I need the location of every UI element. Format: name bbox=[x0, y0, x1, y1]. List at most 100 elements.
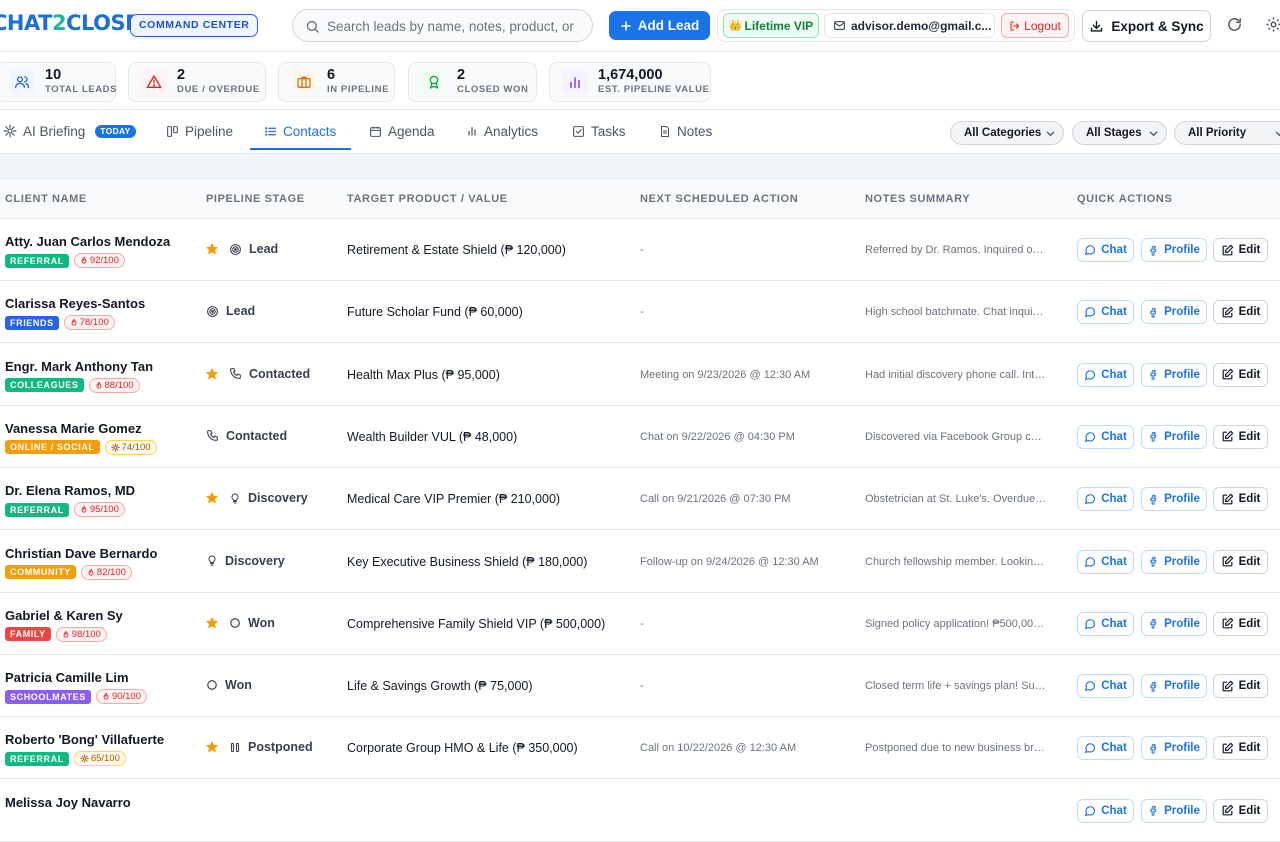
notes-summary: High school batchmate. Chat inquiry... bbox=[865, 306, 1047, 319]
category-badge: FRIENDS bbox=[5, 315, 59, 330]
profile-button[interactable]: Profile bbox=[1141, 300, 1207, 325]
chat-button[interactable]: Chat bbox=[1077, 238, 1134, 262]
app-logo[interactable]: CHAT2CLOSE bbox=[0, 11, 139, 35]
edit-button[interactable]: Edit bbox=[1213, 611, 1268, 636]
logout-button[interactable]: Logout bbox=[1001, 13, 1069, 38]
stage-filter[interactable]: All Stages bbox=[1072, 121, 1167, 145]
profile-button[interactable]: Profile bbox=[1141, 736, 1207, 761]
chat-button[interactable]: Chat bbox=[1077, 798, 1134, 823]
chat-button[interactable]: Chat bbox=[1077, 300, 1134, 325]
export-sync-button[interactable]: Export & Sync bbox=[1082, 10, 1211, 42]
table-row[interactable]: Gabriel & Karen Sy FAMILY 98/100 Won Compreh… bbox=[0, 592, 1280, 655]
checkbox-icon bbox=[572, 125, 585, 138]
table-row[interactable]: Roberto 'Bong' Villafuerte REFERRAL 65/100… bbox=[0, 717, 1280, 780]
edit-icon bbox=[1221, 306, 1234, 319]
edit-button[interactable]: Edit bbox=[1213, 300, 1268, 325]
profile-button[interactable]: Profile bbox=[1141, 798, 1207, 823]
star-icon[interactable] bbox=[205, 616, 219, 630]
section-spacer bbox=[0, 154, 1280, 178]
chat-label: Chat bbox=[1101, 680, 1127, 693]
tab-pipeline[interactable]: Pipeline bbox=[166, 111, 233, 151]
profile-button[interactable]: Profile bbox=[1141, 674, 1207, 699]
search-input[interactable] bbox=[327, 16, 577, 36]
filter-label: All Priority bbox=[1188, 127, 1247, 139]
chat-button[interactable]: Chat bbox=[1077, 362, 1134, 387]
table-row[interactable]: Dr. Elena Ramos, MD REFERRAL 95/100 Discove… bbox=[0, 468, 1280, 531]
logout-icon bbox=[1009, 20, 1021, 32]
chat-label: Chat bbox=[1101, 742, 1127, 755]
profile-button[interactable]: Profile bbox=[1141, 362, 1207, 387]
profile-button[interactable]: Profile bbox=[1141, 611, 1207, 636]
tab-label: Tasks bbox=[591, 123, 626, 139]
stat-closed-won: 2 CLOSED WON bbox=[408, 62, 537, 102]
edit-button[interactable]: Edit bbox=[1213, 736, 1268, 761]
client-name[interactable]: Engr. Mark Anthony Tan bbox=[5, 359, 153, 374]
star-icon[interactable] bbox=[205, 242, 219, 256]
facebook-icon bbox=[1148, 244, 1159, 257]
client-name[interactable]: Vanessa Marie Gomez bbox=[5, 421, 142, 436]
profile-button[interactable]: Profile bbox=[1141, 487, 1207, 512]
target-product: Health Max Plus (₱ 95,000) bbox=[347, 367, 500, 382]
client-name[interactable]: Melissa Joy Navarro bbox=[5, 795, 131, 810]
edit-button[interactable]: Edit bbox=[1213, 238, 1268, 262]
edit-button[interactable]: Edit bbox=[1213, 798, 1268, 823]
tab-notes[interactable]: Notes bbox=[659, 111, 712, 151]
chat-button[interactable]: Chat bbox=[1077, 736, 1134, 761]
table-row[interactable]: Engr. Mark Anthony Tan COLLEAGUES 88/100 Co… bbox=[0, 343, 1280, 406]
stat-label: DUE / OVERDUE bbox=[177, 84, 260, 95]
tab-contacts[interactable]: Contacts bbox=[264, 111, 336, 151]
chat-icon bbox=[1084, 742, 1096, 754]
priority-filter[interactable]: All Priority bbox=[1174, 121, 1280, 145]
edit-button[interactable]: Edit bbox=[1213, 487, 1268, 512]
table-row[interactable]: Clarissa Reyes-Santos FRIENDS 78/100 Lead Fu… bbox=[0, 281, 1280, 344]
tab-tasks[interactable]: Tasks bbox=[572, 111, 626, 151]
profile-button[interactable]: Profile bbox=[1141, 424, 1207, 449]
client-name[interactable]: Atty. Juan Carlos Mendoza bbox=[5, 234, 170, 249]
table-row[interactable]: Patricia Camille Lim SCHOOLMATES 90/100 Won… bbox=[0, 655, 1280, 718]
profile-button[interactable]: Profile bbox=[1141, 238, 1207, 262]
stage-label: Discovery bbox=[225, 553, 285, 568]
category-filter[interactable]: All Categories bbox=[950, 121, 1064, 145]
add-lead-button[interactable]: Add Lead bbox=[609, 11, 710, 40]
table-row[interactable]: Atty. Juan Carlos Mendoza REFERRAL 92/100 L… bbox=[0, 219, 1280, 281]
edit-button[interactable]: Edit bbox=[1213, 362, 1268, 387]
account-email[interactable]: advisor.demo@gmail.c... bbox=[824, 13, 995, 38]
chat-icon bbox=[1084, 369, 1096, 381]
client-name[interactable]: Christian Dave Bernardo bbox=[5, 546, 157, 561]
client-tags: ONLINE / SOCIAL 74/100 bbox=[5, 439, 157, 455]
chat-button[interactable]: Chat bbox=[1077, 549, 1134, 574]
client-name[interactable]: Roberto 'Bong' Villafuerte bbox=[5, 732, 164, 747]
search-bar[interactable] bbox=[292, 9, 593, 42]
chat-button[interactable]: Chat bbox=[1077, 611, 1134, 636]
chat-button[interactable]: Chat bbox=[1077, 674, 1134, 699]
stat-value: 10 bbox=[45, 67, 62, 83]
chat-button[interactable]: Chat bbox=[1077, 424, 1134, 449]
client-name[interactable]: Patricia Camille Lim bbox=[5, 670, 129, 685]
chat-icon bbox=[1084, 680, 1096, 692]
star-icon[interactable] bbox=[205, 740, 219, 754]
pipeline-stage: Won bbox=[206, 678, 252, 692]
edit-button[interactable]: Edit bbox=[1213, 674, 1268, 699]
tab-analytics[interactable]: Analytics bbox=[466, 111, 538, 151]
circle-icon bbox=[206, 679, 218, 691]
profile-button[interactable]: Profile bbox=[1141, 549, 1207, 574]
edit-button[interactable]: Edit bbox=[1213, 424, 1268, 449]
facebook-icon bbox=[1148, 804, 1159, 817]
client-name[interactable]: Dr. Elena Ramos, MD bbox=[5, 483, 135, 498]
table-row[interactable]: Vanessa Marie Gomez ONLINE / SOCIAL 74/100… bbox=[0, 405, 1280, 468]
chat-button[interactable]: Chat bbox=[1077, 487, 1134, 512]
tab-agenda[interactable]: Agenda bbox=[369, 111, 435, 151]
client-name[interactable]: Clarissa Reyes-Santos bbox=[5, 296, 145, 311]
tab-ai-briefing[interactable]: AI Briefing TODAY bbox=[3, 111, 136, 151]
refresh-icon[interactable] bbox=[1226, 16, 1243, 33]
client-name[interactable]: Gabriel & Karen Sy bbox=[5, 608, 123, 623]
table-row[interactable]: Christian Dave Bernardo COMMUNITY 82/100 Di… bbox=[0, 530, 1280, 593]
star-icon[interactable] bbox=[205, 491, 219, 505]
lead-score: 78/100 bbox=[79, 317, 109, 329]
edit-button[interactable]: Edit bbox=[1213, 549, 1268, 574]
table-row[interactable]: Melissa Joy Navarro Chat Profile Edit bbox=[0, 779, 1280, 842]
notes-summary: Referred by Dr. Ramos. Inquired on t... bbox=[865, 244, 1047, 256]
star-icon[interactable] bbox=[205, 367, 219, 381]
flame-icon bbox=[70, 318, 78, 327]
gear-icon[interactable] bbox=[1265, 16, 1280, 33]
